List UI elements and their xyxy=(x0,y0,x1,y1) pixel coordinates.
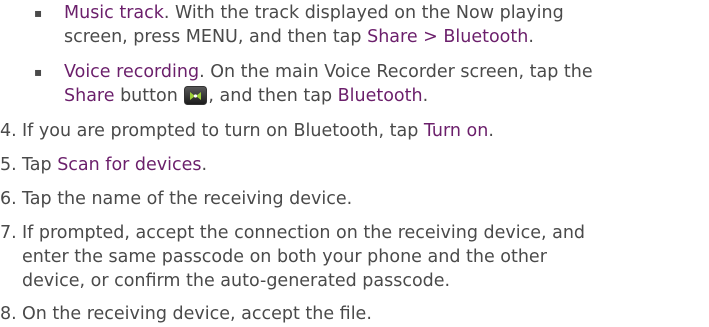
step-5: 5. Tap Scan for devices. xyxy=(0,153,709,177)
text: . xyxy=(201,155,208,175)
text: , and then tap xyxy=(208,86,338,106)
bullet-text: Voice recording. On the main Voice Recor… xyxy=(64,60,704,108)
step-text: If prompted, accept the connection on th… xyxy=(22,221,702,293)
bullet-icon: ▪ xyxy=(34,6,43,20)
bullet-icon: ▪ xyxy=(34,65,43,79)
term-music-track: Music track xyxy=(64,3,164,23)
keyword-bluetooth: Bluetooth xyxy=(337,86,423,106)
keyword-share-bluetooth: Share > Bluetooth xyxy=(367,27,529,47)
step-number: 6. xyxy=(0,189,17,209)
step-number: 4. xyxy=(0,121,17,141)
step-line: enter the same passcode on both your pho… xyxy=(22,247,547,267)
share-icon xyxy=(184,86,208,105)
keyword-share: Share xyxy=(64,86,115,106)
step-number: 8. xyxy=(0,304,17,324)
step-text: On the receiving device, accept the file… xyxy=(22,304,372,324)
text: Tap xyxy=(22,155,58,175)
text: . With the track displayed on the Now pl… xyxy=(163,3,564,23)
manual-page: ▪ Music track. With the track displayed … xyxy=(0,0,709,327)
keyword-turn-on: Turn on xyxy=(423,121,489,141)
step-text: If you are prompted to turn on Bluetooth… xyxy=(22,119,702,143)
term-voice-recording: Voice recording xyxy=(64,62,200,82)
bullet-music-track: ▪ Music track. With the track displayed … xyxy=(34,1,694,49)
text: . xyxy=(422,86,429,106)
step-8: 8. On the receiving device, accept the f… xyxy=(0,302,709,326)
bullet-voice-recording: ▪ Voice recording. On the main Voice Rec… xyxy=(34,60,694,108)
step-number: 7. xyxy=(0,223,17,243)
step-line: If prompted, accept the connection on th… xyxy=(22,223,586,243)
step-text: Tap the name of the receiving device. xyxy=(22,189,353,209)
step-4: 4. If you are prompted to turn on Blueto… xyxy=(0,119,709,143)
text: . xyxy=(528,27,534,47)
text: If you are prompted to turn on Bluetooth… xyxy=(22,121,424,141)
step-number: 5. xyxy=(0,155,17,175)
text: . xyxy=(488,121,494,141)
text: button xyxy=(114,86,184,106)
text: . On the main Voice Recorder screen, tap… xyxy=(199,62,593,82)
step-7: 7. If prompted, accept the connection on… xyxy=(0,221,709,293)
step-line: device, or confirm the auto-generated pa… xyxy=(22,271,451,291)
step-text: Tap Scan for devices. xyxy=(22,153,702,177)
keyword-scan-for-devices: Scan for devices xyxy=(57,155,202,175)
text: screen, press MENU, and then tap xyxy=(64,27,368,47)
bullet-text: Music track. With the track displayed on… xyxy=(64,1,704,49)
step-6: 6. Tap the name of the receiving device. xyxy=(0,187,709,211)
